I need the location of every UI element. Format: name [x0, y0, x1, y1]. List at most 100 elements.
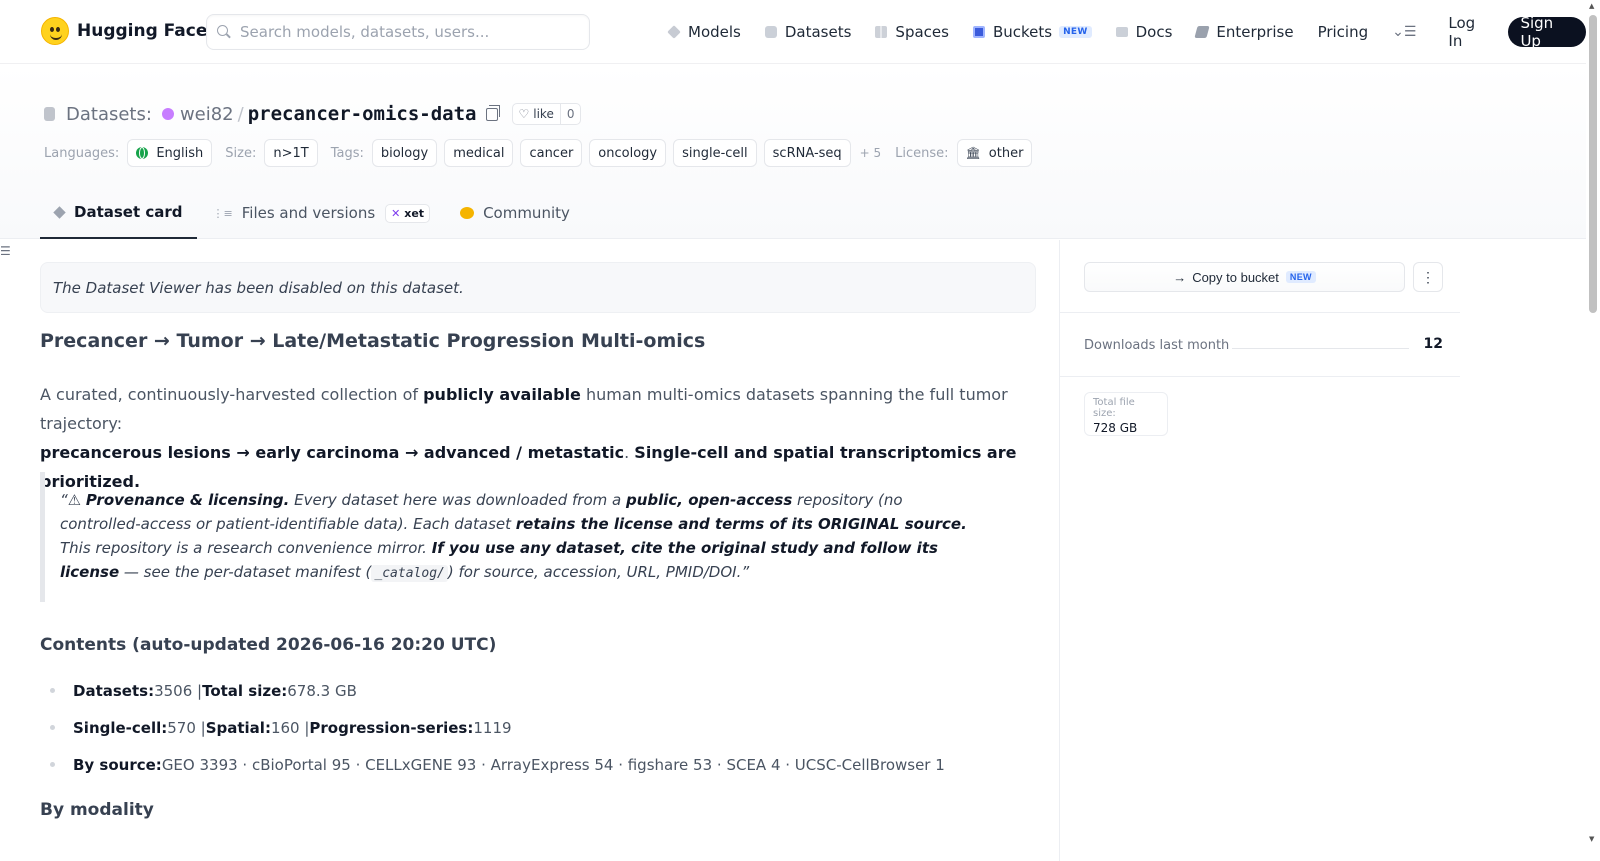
downloads-label: Downloads last month [1084, 338, 1230, 353]
community-icon [460, 207, 475, 219]
file-size-value: 728 GB [1093, 421, 1138, 435]
page-scrollbar[interactable]: ▲ ▼ [1586, 0, 1600, 861]
files-icon: ⋮≡ [212, 206, 233, 220]
nav-spaces[interactable]: Spaces [875, 23, 949, 41]
dataset-icon [44, 107, 55, 121]
downloads-count: 12 [1423, 336, 1443, 352]
stat-label: Total size: [202, 681, 288, 700]
intro-bold: publicly available [423, 385, 581, 404]
intro-bold: precancerous lesions → early carcinoma →… [40, 443, 625, 462]
downloads-sparkline [1232, 348, 1409, 349]
contents-heading: Contents (auto-updated 2026-06-16 20:20 … [40, 635, 497, 655]
like-control: ♡ like 0 [511, 103, 582, 125]
sidebar: → Copy to bucket NEW ⋮ Downloads last mont… [1060, 240, 1460, 861]
login-link[interactable]: Log In [1448, 14, 1490, 50]
intro-text: A curated, continuously-harvested collec… [40, 385, 424, 404]
repo-header: Datasets: wei82 / precancer-omics-data ♡… [0, 65, 1586, 239]
hugging-face-icon [41, 17, 69, 45]
nav-docs-label: Docs [1135, 23, 1173, 41]
size-tag[interactable]: n>1T [264, 139, 318, 167]
stat-value: 1119 [473, 718, 512, 737]
more-tags-link[interactable]: + 5 [860, 146, 882, 160]
search-box[interactable] [206, 14, 590, 50]
stat-label: Spatial: [205, 718, 271, 737]
nav-datasets[interactable]: Datasets [764, 23, 852, 41]
more-menu-icon[interactable]: ⌄☰ [1392, 24, 1416, 40]
stat-label: Datasets: [73, 681, 155, 700]
list-item: Datasets: 3506 | Total size: 678.3 GB [40, 672, 945, 709]
quote-bold: public, open-access [625, 491, 793, 509]
tags-row: Languages: English Size: n>1T Tags: biol… [44, 138, 1039, 168]
datasets-breadcrumb[interactable]: Datasets: [66, 104, 152, 125]
stat-value: 3506 | [154, 681, 203, 700]
toc-toggle-icon[interactable]: ☰ [0, 244, 11, 258]
path-separator: / [237, 103, 244, 125]
catalog-code: _catalog/ [371, 565, 448, 582]
tag-item[interactable]: single-cell [673, 139, 757, 167]
sidebar-separator [1060, 376, 1460, 377]
tag-item[interactable]: cancer [520, 139, 583, 167]
file-size-label: Total file size: [1093, 397, 1135, 419]
repo-name[interactable]: precancer-omics-data [248, 103, 477, 125]
nav-datasets-label: Datasets [784, 23, 852, 41]
brand-logo[interactable]: Hugging Face [41, 17, 207, 45]
card-heading: Precancer → Tumor → Late/Metastatic Prog… [40, 330, 706, 352]
list-item: Single-cell: 570 | Spatial: 160 | Progre… [40, 709, 945, 746]
list-item: By source: GEO 3393 · cBioPortal 95 · CE… [40, 746, 945, 783]
tag-item[interactable]: scRNA-seq [763, 139, 851, 167]
xet-label: xet [404, 206, 425, 220]
provenance-quote: “⚠ Provenance & licensing. Every dataset… [40, 472, 970, 602]
search-icon [217, 25, 231, 39]
xet-badge: ✕ xet [385, 203, 431, 223]
search-input[interactable] [240, 23, 570, 41]
tab-community[interactable]: Community [446, 187, 584, 239]
globe-icon [136, 147, 149, 159]
tag-item[interactable]: medical [444, 139, 514, 167]
datasets-icon [764, 26, 777, 38]
stat-label: Single-cell: [73, 718, 168, 737]
nav-docs[interactable]: Docs [1115, 23, 1173, 41]
tag-item[interactable]: oncology [589, 139, 667, 167]
nav-spaces-label: Spaces [895, 23, 949, 41]
quote-bold: Provenance & licensing. [85, 491, 290, 509]
language-tag-label: English [156, 145, 204, 161]
scrollbar-thumb[interactable] [1589, 15, 1597, 313]
language-tag[interactable]: English [127, 139, 213, 167]
top-navbar: Hugging Face Models Datasets Spaces Buck… [0, 0, 1586, 64]
like-count[interactable]: 0 [559, 104, 581, 124]
stat-value: 160 | [270, 718, 310, 737]
copy-icon[interactable] [485, 104, 500, 121]
heart-icon: ♡ [518, 107, 530, 121]
quote-text: This repository is a research convenienc… [60, 539, 432, 557]
scroll-down-icon[interactable]: ▼ [1589, 835, 1594, 843]
intro-text: . [624, 443, 635, 462]
arrow-right-icon: → [1173, 269, 1187, 285]
more-options-button[interactable]: ⋮ [1413, 262, 1443, 292]
tag-item[interactable]: biology [371, 139, 438, 167]
nav-pricing-label: Pricing [1317, 23, 1369, 41]
signup-button[interactable]: Sign Up [1508, 14, 1586, 50]
repo-owner-link[interactable]: wei82 [180, 104, 234, 125]
like-button[interactable]: ♡ like [513, 104, 560, 124]
bank-icon: 🏛 [965, 146, 981, 160]
sidebar-separator [1060, 312, 1460, 313]
copy-to-bucket-button[interactable]: → Copy to bucket NEW [1084, 262, 1405, 292]
license-tag[interactable]: 🏛 other [956, 139, 1033, 167]
dataset-card-content: The Dataset Viewer has been disabled on … [40, 240, 1060, 861]
nav-enterprise[interactable]: Enterprise [1194, 23, 1294, 41]
tab-files[interactable]: ⋮≡ Files and versions ✕ xet [199, 187, 445, 239]
spaces-icon [875, 26, 888, 38]
tab-community-label: Community [483, 204, 570, 222]
scroll-up-icon[interactable]: ▲ [1589, 2, 1594, 10]
modality-heading: By modality [40, 800, 154, 820]
tab-dataset-card[interactable]: Dataset card [40, 187, 197, 239]
buckets-icon [972, 26, 985, 38]
stat-label: Progression-series: [309, 718, 474, 737]
nav-models[interactable]: Models [667, 23, 741, 41]
stats-list: Datasets: 3506 | Total size: 678.3 GB Si… [40, 672, 945, 783]
card-icon [53, 205, 66, 219]
nav-links: Models Datasets Spaces Buckets NEW Docs E… [667, 14, 1586, 50]
nav-buckets[interactable]: Buckets NEW [972, 23, 1092, 41]
nav-pricing[interactable]: Pricing [1318, 23, 1369, 41]
user-avatar [161, 108, 174, 120]
